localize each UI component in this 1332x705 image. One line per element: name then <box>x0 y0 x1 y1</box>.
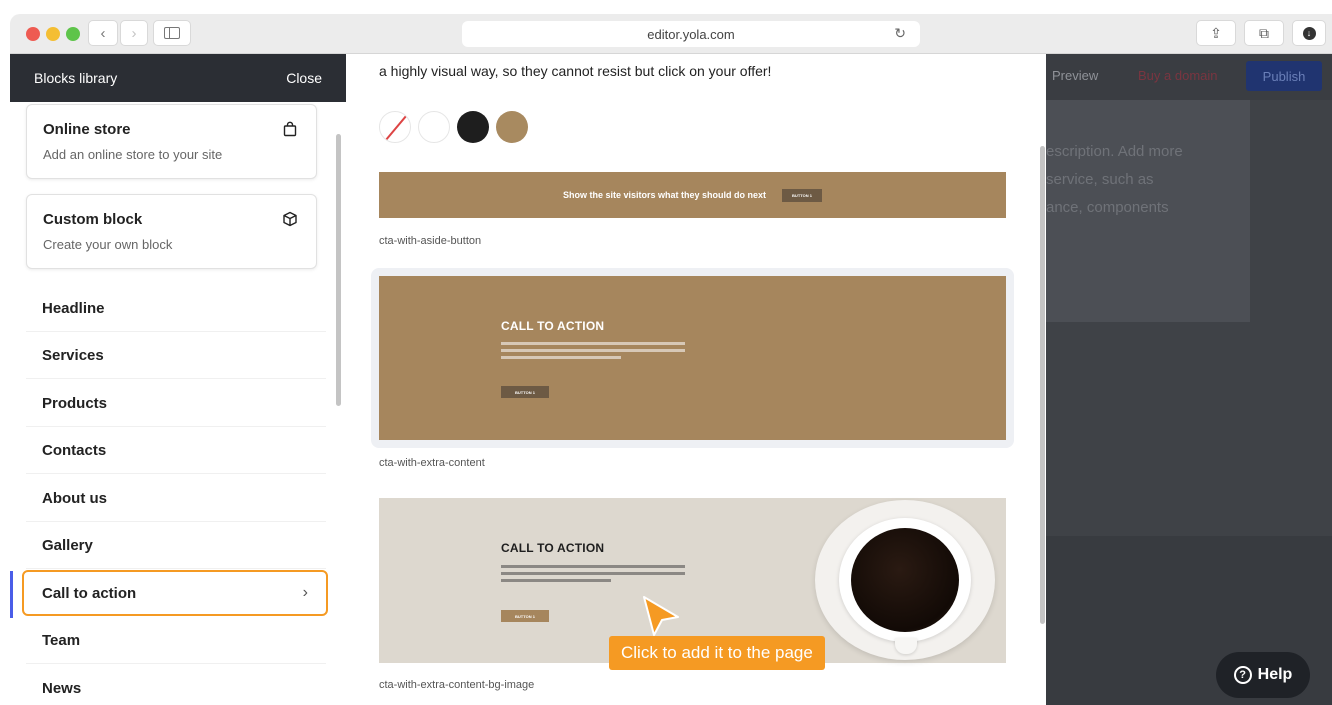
card-title: Online store <box>43 121 131 138</box>
editor-text-line: ance, components <box>1046 199 1169 216</box>
minimize-window-button[interactable] <box>46 27 60 41</box>
sidebar-item-label: Products <box>42 394 108 412</box>
library-scrollbar[interactable] <box>336 134 341 406</box>
template-body-line <box>501 349 685 352</box>
reload-icon[interactable]: ↻ <box>894 25 906 42</box>
card-description: Create your own block <box>43 237 173 252</box>
chevron-left-icon: ‹ <box>100 24 106 42</box>
sidebar-item-services[interactable]: Services <box>26 332 326 379</box>
sidebar-icon <box>164 27 180 39</box>
selection-indicator <box>10 571 13 618</box>
template-body-line <box>501 356 621 359</box>
sidebar-item-label: Headline <box>42 299 105 317</box>
block-templates-panel: a highly visual way, so they cannot resi… <box>346 54 1046 705</box>
intro-text: a highly visual way, so they cannot resi… <box>379 63 772 79</box>
share-button[interactable]: ⇪ <box>1196 20 1236 46</box>
template-button: BUTTON 1 <box>501 386 549 398</box>
cube-icon <box>283 211 297 227</box>
color-swatch-none[interactable] <box>379 111 411 143</box>
template-title: CALL TO ACTION <box>501 319 605 333</box>
browser-toolbar: ‹ › editor.yola.com ↻ ⇪ ⧉ ↓ <box>10 14 1332 54</box>
sidebar-item-label: Services <box>42 346 104 364</box>
custom-block-card[interactable]: Custom block Create your own block <box>26 194 317 269</box>
shopping-bag-icon <box>283 121 297 137</box>
template-button: BUTTON 1 <box>782 188 822 202</box>
close-button[interactable]: Close <box>286 70 322 86</box>
card-description: Add an online store to your site <box>43 147 223 162</box>
address-bar[interactable]: editor.yola.com ↻ <box>462 21 920 47</box>
template-name: cta-with-aside-button <box>379 235 482 247</box>
editor-text-line: escription. Add more <box>1046 143 1183 160</box>
forward-button[interactable]: › <box>120 20 148 46</box>
preview-button[interactable]: Preview <box>1052 68 1098 83</box>
sidebar-item-gallery[interactable]: Gallery <box>26 522 326 569</box>
template-body-line <box>501 572 685 575</box>
downloads-button[interactable]: ↓ <box>1292 20 1326 46</box>
publish-button[interactable]: Publish <box>1246 61 1322 91</box>
help-button[interactable]: ? Help <box>1216 652 1310 698</box>
online-store-card[interactable]: Online store Add an online store to your… <box>26 104 317 179</box>
sidebar-item-label: News <box>42 679 82 697</box>
blocks-library-header: Blocks library Close <box>10 54 346 102</box>
close-window-button[interactable] <box>26 27 40 41</box>
sidebar-item-headline[interactable]: Headline <box>26 285 326 332</box>
sidebar-item-label: Contacts <box>42 441 107 459</box>
template-cta-with-aside-button[interactable]: Show the site visitors what they should … <box>379 172 1006 218</box>
sidebar-item-label: Gallery <box>42 536 93 554</box>
back-button[interactable]: ‹ <box>88 20 118 46</box>
blocks-library-panel: Blocks library Close Online store Add an… <box>10 54 346 705</box>
sidebar-item-about-us[interactable]: About us <box>26 475 326 522</box>
template-body-line <box>501 565 685 568</box>
sidebar-item-products[interactable]: Products <box>26 380 326 427</box>
sidebar-item-label: Call to action <box>42 584 137 602</box>
template-title: CALL TO ACTION <box>501 541 605 555</box>
template-body-line <box>501 342 685 345</box>
color-swatch-white[interactable] <box>418 111 450 143</box>
help-icon: ? <box>1233 666 1252 684</box>
chevron-right-icon: › <box>302 584 308 601</box>
templates-scrollbar[interactable] <box>1040 146 1045 624</box>
blocks-library-title: Blocks library <box>34 70 118 86</box>
color-swatch-brown[interactable] <box>496 111 528 143</box>
tabs-icon: ⧉ <box>1259 24 1269 41</box>
template-button: BUTTON 1 <box>501 610 549 622</box>
download-icon: ↓ <box>1302 26 1316 40</box>
sidebar-item-call-to-action[interactable]: Call to action › <box>22 570 328 616</box>
card-title: Custom block <box>43 211 143 228</box>
zoom-window-button[interactable] <box>66 27 80 41</box>
url-text: editor.yola.com <box>647 26 735 42</box>
sidebar-item-news[interactable]: News <box>26 665 326 705</box>
sidebar-toggle-button[interactable] <box>153 20 191 46</box>
pointer-cursor-icon <box>643 596 679 636</box>
help-label: Help <box>1257 666 1293 683</box>
editor-text-line: service, such as <box>1046 171 1154 188</box>
tabs-button[interactable]: ⧉ <box>1244 20 1284 46</box>
editor-overlay: Preview Buy a domain Publish escription.… <box>1046 54 1332 705</box>
sidebar-item-label: Team <box>42 631 81 649</box>
buy-domain-link[interactable]: Buy a domain <box>1138 68 1218 83</box>
sidebar-item-team[interactable]: Team <box>26 617 326 664</box>
sidebar-item-label: About us <box>42 489 107 507</box>
sidebar-item-contacts[interactable]: Contacts <box>26 427 326 474</box>
editor-body-text: escription. Add more service, such as an… <box>1046 138 1183 222</box>
add-block-tooltip: Click to add it to the page <box>609 636 825 670</box>
editor-topbar: Preview Buy a domain Publish <box>1046 54 1332 100</box>
template-name: cta-with-extra-content <box>379 457 485 469</box>
template-body-line <box>501 579 611 582</box>
template-cta-with-extra-content[interactable]: CALL TO ACTION BUTTON 1 <box>379 276 1006 440</box>
template-name: cta-with-extra-content-bg-image <box>379 679 535 691</box>
share-icon: ⇪ <box>1210 24 1222 41</box>
chevron-right-icon: › <box>131 24 137 42</box>
template-text: Show the site visitors what they should … <box>563 190 767 200</box>
coffee-image <box>851 528 959 632</box>
color-swatch-black[interactable] <box>457 111 489 143</box>
